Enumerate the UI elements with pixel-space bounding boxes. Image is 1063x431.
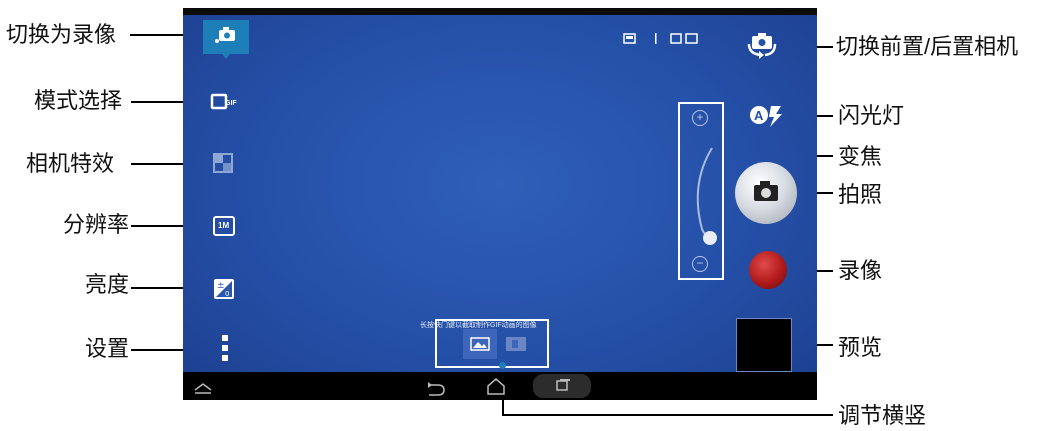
preview-thumbnail[interactable] (736, 318, 792, 372)
status-indicators (623, 32, 723, 46)
flash-auto-icon: A (750, 106, 782, 127)
navigation-bar (183, 372, 817, 400)
label-brightness: 亮度 (85, 272, 130, 297)
front-rear-icon (747, 33, 777, 59)
label-zoom: 变焦 (838, 144, 883, 169)
more-icon (222, 335, 228, 361)
label-switch-front-rear: 切换前置/后置相机 (836, 34, 1019, 59)
nav-icons (194, 374, 591, 398)
back-icon (429, 384, 445, 396)
label-orientation: 调节横竖 (838, 403, 927, 428)
settings-button[interactable] (221, 334, 229, 362)
landscape-option[interactable] (463, 329, 497, 359)
shutter-button[interactable] (735, 162, 797, 224)
zoom-handle (703, 231, 717, 245)
portrait-icon (506, 337, 526, 351)
zoom-out-button[interactable]: − (692, 256, 708, 272)
orientation-toggle[interactable] (435, 319, 549, 368)
home-icon (487, 378, 505, 395)
front-rear-switch-button[interactable] (745, 30, 781, 60)
landscape-icon (470, 337, 490, 351)
resolution-badge: 1M (218, 221, 230, 230)
collapse-icon (194, 383, 212, 391)
camera-effects-button[interactable] (212, 152, 234, 174)
svg-text:A: A (754, 108, 764, 123)
label-camera-effects: 相机特效 (26, 151, 115, 176)
brightness-icon: ± 0 (214, 279, 234, 299)
svg-text:±: ± (217, 281, 225, 291)
label-record-video: 录像 (838, 258, 883, 283)
callout-line (503, 414, 833, 416)
flash-button[interactable]: A (749, 103, 789, 129)
status-bar (183, 8, 817, 15)
label-switch-to-video: 切换为录像 (6, 22, 117, 47)
shutter-icon (754, 181, 778, 201)
zoom-track (696, 147, 717, 245)
label-resolution: 分辨率 (63, 212, 130, 237)
mode-select-button[interactable]: GIF (210, 90, 240, 114)
effects-icon (213, 153, 233, 173)
callout-dot (499, 362, 506, 369)
label-settings: 设置 (85, 336, 130, 361)
switch-to-video-button[interactable] (203, 20, 249, 59)
record-button[interactable] (749, 251, 787, 289)
brightness-button[interactable]: ± 0 (213, 278, 235, 300)
camera-viewfinder[interactable]: GIF 1M ± 0 A + − 长按快门键以截取制作GIF动画的图像 (183, 8, 817, 400)
resolution-button[interactable]: 1M (213, 216, 235, 236)
portrait-option[interactable] (503, 332, 529, 356)
status-icons (623, 33, 698, 44)
mode-badge: GIF (225, 100, 237, 107)
label-mode-select: 模式选择 (34, 88, 123, 113)
label-preview: 预览 (838, 335, 883, 360)
svg-text:0: 0 (225, 290, 229, 298)
label-flash: 闪光灯 (838, 103, 905, 128)
label-take-photo: 拍照 (838, 182, 883, 207)
zoom-slider[interactable]: + − (678, 102, 724, 280)
camera-switch-icon (215, 27, 235, 59)
